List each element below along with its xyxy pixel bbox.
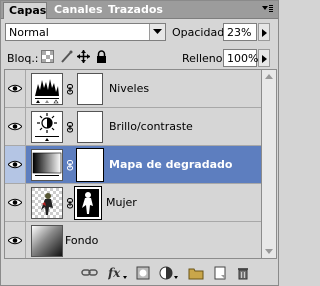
layers-list: Niveles Brillo/contraste Mapa de degrada… xyxy=(4,69,262,259)
visibility-eye-icon[interactable] xyxy=(5,146,26,183)
tab-trazados[interactable]: Trazados xyxy=(103,2,163,18)
layer-name: Fondo xyxy=(65,234,99,247)
mask-link-icon[interactable] xyxy=(67,198,73,209)
opacity-input[interactable]: 23% xyxy=(223,23,257,41)
svg-text:fx: fx xyxy=(108,266,121,280)
layer-mask-thumbnail[interactable] xyxy=(77,73,103,105)
fill-label: Relleno: xyxy=(182,52,227,65)
levels-adjustment-icon xyxy=(31,73,63,105)
lock-all-icon[interactable] xyxy=(95,50,108,63)
layer-mask-thumbnail[interactable] xyxy=(76,148,104,182)
new-adjustment-icon[interactable] xyxy=(159,266,179,280)
lock-transparent-icon[interactable] xyxy=(41,50,54,63)
lock-position-icon[interactable] xyxy=(77,50,90,63)
layer-name: Brillo/contraste xyxy=(109,120,193,133)
visibility-eye-icon[interactable] xyxy=(5,70,26,107)
panel-menu-icon[interactable] xyxy=(260,3,274,15)
background-layer-thumbnail xyxy=(31,225,63,257)
mask-link-icon[interactable] xyxy=(67,84,73,95)
layer-row-mapa-de-degradado[interactable]: Mapa de degradado xyxy=(5,146,261,184)
blend-mode-value: Normal xyxy=(9,26,49,39)
blend-mode-select[interactable]: Normal xyxy=(5,23,166,41)
link-layers-icon[interactable] xyxy=(81,266,99,280)
add-mask-icon[interactable] xyxy=(136,266,150,280)
fill-input[interactable]: 100% xyxy=(223,49,258,67)
visibility-eye-icon[interactable] xyxy=(5,222,26,258)
layer-mask-thumbnail[interactable] xyxy=(74,186,102,220)
layer-name: Mapa de degradado xyxy=(109,158,233,171)
trash-icon[interactable] xyxy=(236,266,250,280)
brightness-contrast-adjustment-icon xyxy=(31,111,63,143)
tab-bar: Capas Canales Trazados xyxy=(1,1,278,19)
layers-bottom-toolbar: fx xyxy=(1,261,278,285)
layer-row-niveles[interactable]: Niveles xyxy=(5,70,261,108)
scroll-down-icon[interactable] xyxy=(263,245,275,257)
woman-layer-thumbnail xyxy=(31,187,63,219)
visibility-eye-icon[interactable] xyxy=(5,108,26,145)
layers-scrollbar[interactable] xyxy=(262,69,277,259)
layer-row-brillo-contraste[interactable]: Brillo/contraste xyxy=(5,108,261,146)
visibility-eye-icon[interactable] xyxy=(5,184,26,221)
layer-mask-thumbnail[interactable] xyxy=(77,111,103,143)
layer-row-mujer[interactable]: Mujer xyxy=(5,184,261,222)
tab-canales[interactable]: Canales xyxy=(49,2,103,18)
mask-link-icon[interactable] xyxy=(67,122,73,133)
fill-slider-arrow-icon[interactable] xyxy=(258,49,270,67)
layer-name: Niveles xyxy=(109,82,150,95)
opacity-label: Opacidad: xyxy=(172,26,228,39)
gradient-map-adjustment-icon xyxy=(31,149,63,181)
scroll-up-icon[interactable] xyxy=(263,71,275,83)
lock-label: Bloq.: xyxy=(7,52,39,65)
new-group-icon[interactable] xyxy=(188,266,204,280)
opacity-slider-arrow-icon[interactable] xyxy=(258,23,270,41)
layers-panel: Capas Canales Trazados Normal Opacidad: … xyxy=(0,0,279,286)
lock-pixels-icon[interactable] xyxy=(60,50,73,63)
layer-row-fondo[interactable]: Fondo xyxy=(5,222,261,258)
layer-name: Mujer xyxy=(106,196,137,209)
new-layer-icon[interactable] xyxy=(213,266,227,280)
fx-icon[interactable]: fx xyxy=(107,266,128,280)
tab-capas[interactable]: Capas xyxy=(3,2,47,19)
mask-link-icon[interactable] xyxy=(67,160,73,171)
chevron-down-icon[interactable] xyxy=(149,24,165,40)
